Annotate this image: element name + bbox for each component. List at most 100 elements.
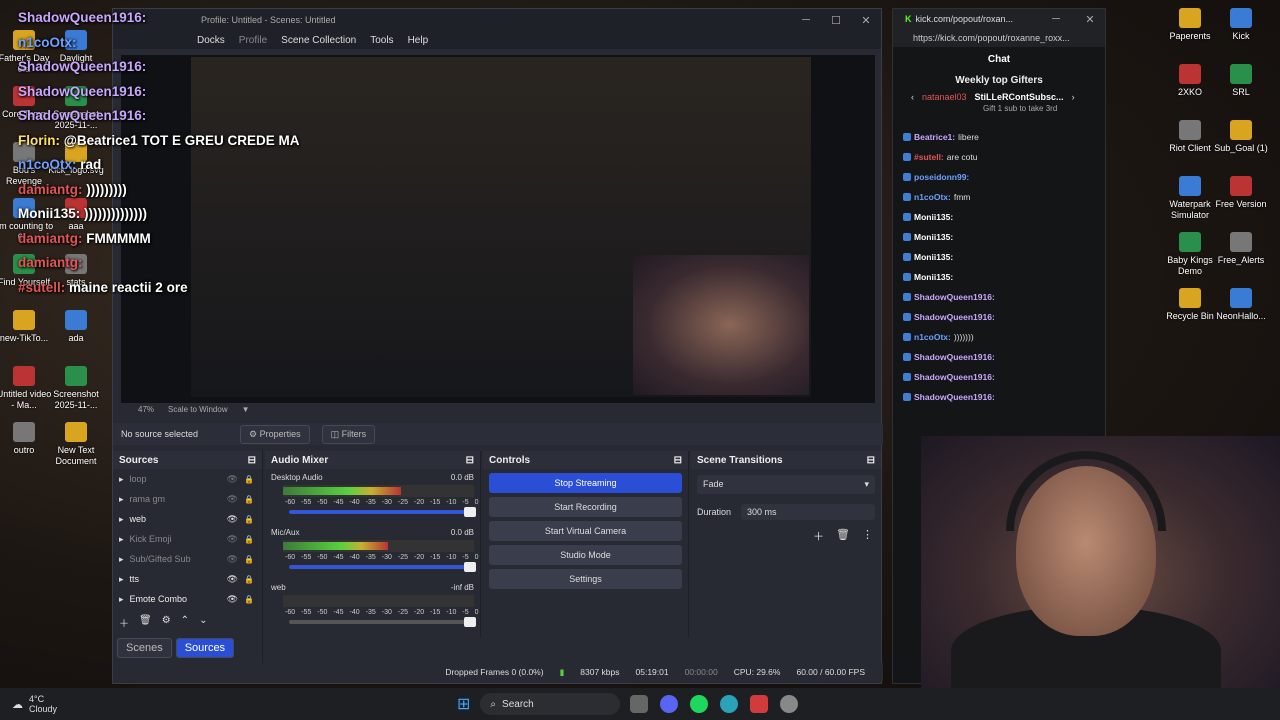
windows-start-icon[interactable]: ⊞: [457, 694, 470, 714]
source-item[interactable]: ▸ tts 👁 🔒: [113, 569, 262, 589]
eye-icon[interactable]: 👁: [227, 494, 238, 505]
lock-icon[interactable]: 🔒: [244, 595, 254, 604]
lock-icon[interactable]: 🔒: [244, 495, 254, 504]
remove-source-icon[interactable]: 🗑: [139, 615, 152, 630]
desktop-icon[interactable]: Kick: [1211, 8, 1271, 42]
maximize-button[interactable]: ☐: [821, 14, 851, 27]
chat-user[interactable]: Monii135:: [914, 272, 953, 282]
remove-transition-icon[interactable]: 🗑: [836, 528, 850, 544]
duration-input[interactable]: 300 ms: [741, 504, 875, 520]
lock-icon[interactable]: 🔒: [244, 515, 254, 524]
chat-user[interactable]: Monii135:: [914, 212, 953, 222]
badge-icon: [903, 353, 911, 361]
undock-icon[interactable]: ⊟: [867, 455, 875, 466]
desktop-icon[interactable]: Free_Alerts: [1211, 232, 1271, 266]
taskbar-search[interactable]: ⌕ Search: [480, 693, 621, 715]
chat-user[interactable]: ShadowQueen1916:: [914, 372, 995, 382]
menu-tools[interactable]: Tools: [370, 35, 393, 46]
undock-icon[interactable]: ⊟: [674, 455, 682, 466]
chat-user[interactable]: Monii135:: [914, 252, 953, 262]
stop-streaming-button[interactable]: Stop Streaming: [489, 473, 682, 493]
desktop-icon[interactable]: New Text Document: [46, 422, 106, 467]
lock-icon[interactable]: 🔒: [244, 475, 254, 484]
desktop-icon[interactable]: NeonHallo...: [1211, 288, 1271, 322]
properties-button[interactable]: ⚙ Properties: [240, 424, 310, 444]
menu-docks[interactable]: Docks: [197, 35, 225, 46]
menu-profile[interactable]: Profile: [239, 35, 267, 46]
minimize-button[interactable]: ─: [791, 14, 821, 26]
eye-icon[interactable]: 👁: [227, 594, 238, 605]
undock-icon[interactable]: ⊟: [248, 455, 256, 466]
source-item[interactable]: ▸ loop 👁 🔒: [113, 469, 262, 489]
eye-icon[interactable]: 👁: [227, 514, 238, 525]
lock-icon[interactable]: 🔒: [244, 555, 254, 564]
add-source-icon[interactable]: ＋: [119, 615, 129, 630]
eye-icon[interactable]: 👁: [227, 474, 238, 485]
chat-message: Monii135:: [893, 247, 1105, 267]
add-transition-icon[interactable]: ＋: [813, 528, 824, 544]
source-type-icon: ▸: [119, 473, 124, 484]
start-recording-button[interactable]: Start Recording: [489, 497, 682, 517]
eye-icon[interactable]: 👁: [227, 534, 238, 545]
tab-scenes[interactable]: Scenes: [117, 638, 172, 658]
eye-icon[interactable]: 👁: [227, 554, 238, 565]
undock-icon[interactable]: ⊟: [466, 455, 474, 466]
lock-icon[interactable]: 🔒: [244, 575, 254, 584]
weather-widget[interactable]: 4°C Cloudy: [29, 694, 57, 714]
chat-user[interactable]: ShadowQueen1916:: [914, 352, 995, 362]
source-item[interactable]: ▸ rama gm 👁 🔒: [113, 489, 262, 509]
menu-help[interactable]: Help: [408, 35, 429, 46]
studio-mode-button[interactable]: Studio Mode: [489, 545, 682, 565]
desktop-icon[interactable]: ada: [46, 310, 106, 344]
chat-url-bar[interactable]: https://kick.com/popout/roxanne_roxx...: [893, 29, 1105, 47]
desktop-icon[interactable]: SRL: [1211, 64, 1271, 98]
file-icon: [1230, 232, 1252, 252]
transition-select[interactable]: Fade ▾: [697, 475, 875, 494]
desktop-icon[interactable]: Free Version: [1211, 176, 1271, 210]
gear-icon[interactable]: ⚙: [162, 615, 171, 630]
source-item[interactable]: ▸ Emote Combo 👁 🔒: [113, 589, 262, 609]
scale-mode[interactable]: Scale to Window: [168, 405, 228, 417]
chat-user[interactable]: n1coOtx:: [914, 332, 951, 342]
close-button[interactable]: ✕: [1075, 13, 1105, 26]
move-up-icon[interactable]: ⌃: [181, 615, 189, 630]
volume-slider[interactable]: [289, 562, 476, 572]
eye-icon[interactable]: 👁: [227, 574, 238, 585]
chevron-left-icon[interactable]: ‹: [911, 92, 914, 102]
chat-message: n1coOtx: fmm: [893, 187, 1105, 207]
desktop-icon[interactable]: Screenshot 2025-11-...: [46, 366, 106, 411]
lock-icon[interactable]: 🔒: [244, 535, 254, 544]
obs-icon[interactable]: [780, 695, 799, 713]
more-icon[interactable]: ⋮: [862, 528, 873, 544]
edge-icon[interactable]: [720, 695, 739, 713]
chat-user[interactable]: n1coOtx:: [914, 192, 951, 202]
task-view-icon[interactable]: [630, 695, 649, 713]
filters-button[interactable]: ◫ Filters: [321, 424, 376, 444]
chat-user[interactable]: #sutell:: [914, 152, 944, 162]
riot-icon[interactable]: [750, 695, 769, 713]
chevron-right-icon[interactable]: ›: [1072, 92, 1075, 102]
settings-button[interactable]: Settings: [489, 569, 682, 589]
desktop-icon[interactable]: Sub_Goal (1): [1211, 120, 1271, 154]
source-item[interactable]: ▸ Sub/Gifted Sub 👁 🔒: [113, 549, 262, 569]
minimize-button[interactable]: ─: [1041, 13, 1071, 25]
move-down-icon[interactable]: ⌄: [199, 615, 207, 630]
chat-user[interactable]: ShadowQueen1916:: [914, 312, 995, 322]
obs-preview[interactable]: [121, 55, 875, 403]
source-item[interactable]: ▸ web 👁 🔒: [113, 509, 262, 529]
start-virtual-camera-button[interactable]: Start Virtual Camera: [489, 521, 682, 541]
volume-slider[interactable]: [289, 507, 476, 517]
close-button[interactable]: ✕: [851, 14, 881, 27]
chat-user[interactable]: ShadowQueen1916:: [914, 292, 995, 302]
chevron-down-icon[interactable]: ▼: [242, 405, 250, 417]
spotify-icon[interactable]: [690, 695, 709, 713]
menu-scene-collection[interactable]: Scene Collection: [281, 35, 356, 46]
tab-sources[interactable]: Sources: [175, 638, 235, 658]
chat-user[interactable]: Monii135:: [914, 232, 953, 242]
chat-user[interactable]: Beatrice1:: [914, 132, 955, 142]
source-item[interactable]: ▸ Kick Emoji 👁 🔒: [113, 529, 262, 549]
chat-user[interactable]: ShadowQueen1916:: [914, 392, 995, 402]
volume-slider[interactable]: [289, 617, 476, 627]
chat-user[interactable]: poseidonn99:: [914, 172, 969, 182]
discord-icon[interactable]: [660, 695, 679, 713]
